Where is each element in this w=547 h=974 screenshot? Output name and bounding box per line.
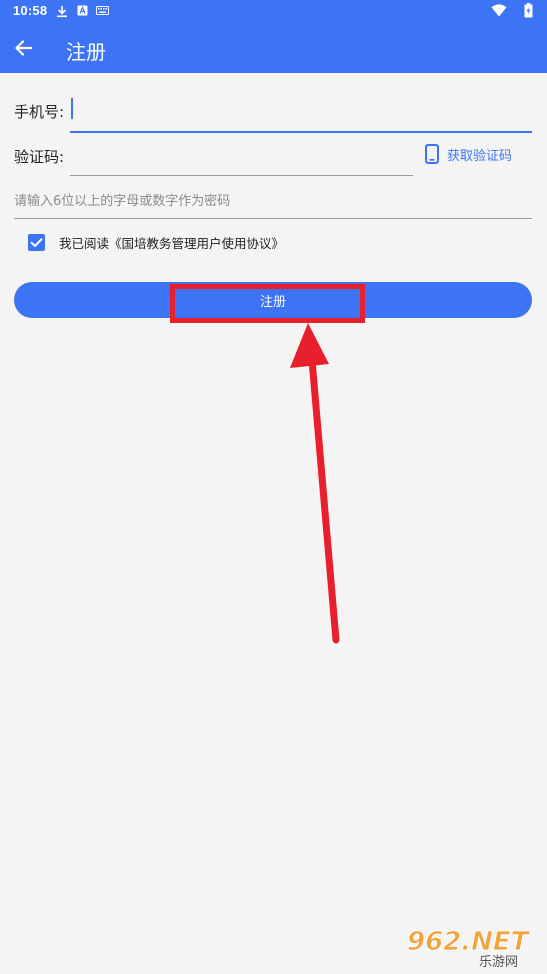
watermark-sub: 乐游网: [479, 955, 518, 968]
annotation-arrow: [290, 323, 340, 644]
watermark-logo: 962.NET 乐游网: [407, 927, 531, 968]
watermark-brand: 962.NET: [407, 927, 531, 957]
